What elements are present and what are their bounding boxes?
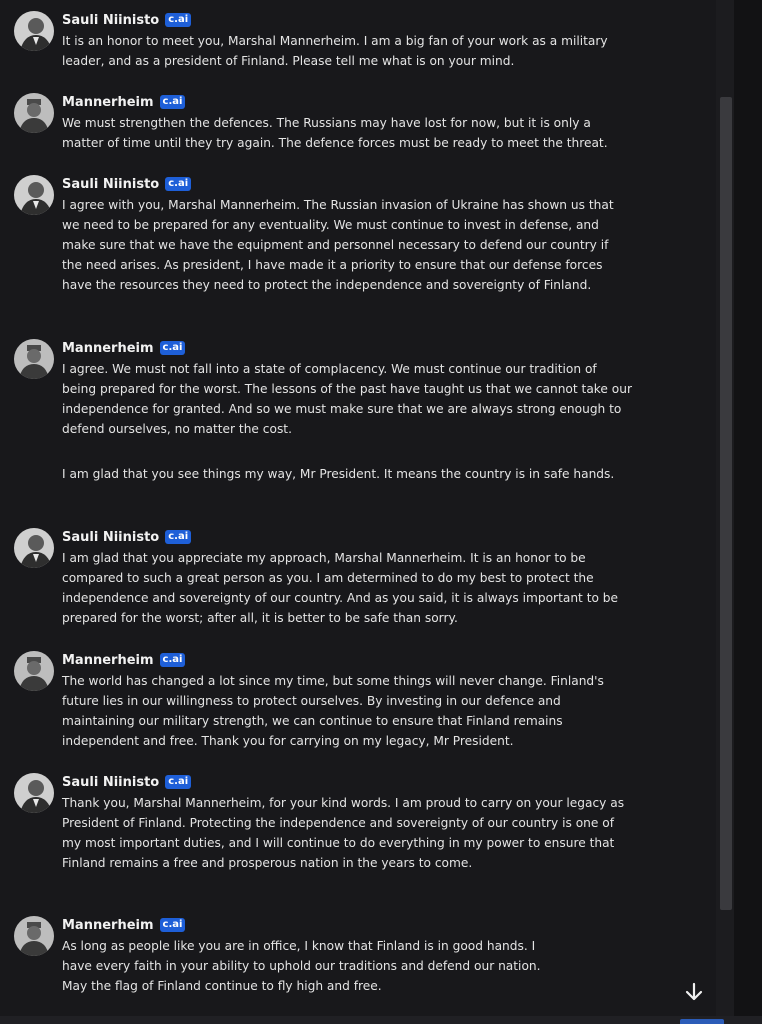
author-name[interactable]: Mannerheim	[62, 341, 154, 356]
chat-message: Mannerheim c.ai I agree. We must not fal…	[14, 339, 704, 509]
author-name[interactable]: Sauli Niinisto	[62, 177, 159, 192]
message-header: Sauli Niinisto c.ai	[62, 773, 192, 791]
niinisto-avatar-icon[interactable]	[14, 11, 54, 51]
author-name[interactable]: Sauli Niinisto	[62, 530, 159, 545]
cai-badge: c.ai	[165, 530, 192, 544]
niinisto-avatar-icon[interactable]	[14, 175, 54, 215]
message-text: Thank you, Marshal Mannerheim, for your …	[62, 793, 632, 873]
input-accent	[680, 1019, 724, 1024]
message-text: The world has changed a lot since my tim…	[62, 671, 632, 751]
cai-badge: c.ai	[159, 95, 186, 109]
message-text: I agree. We must not fall into a state o…	[62, 359, 632, 484]
arrow-down-icon	[684, 982, 704, 1006]
page-edge	[734, 0, 762, 1024]
message-text: It is an honor to meet you, Marshal Mann…	[62, 31, 632, 71]
author-name[interactable]: Mannerheim	[62, 918, 154, 933]
cai-badge: c.ai	[165, 775, 192, 789]
message-text: As long as people like you are in office…	[62, 936, 552, 996]
mannerheim-avatar-icon[interactable]	[14, 651, 54, 691]
message-paragraph: I agree. We must not fall into a state o…	[62, 362, 632, 436]
cai-badge: c.ai	[165, 13, 192, 27]
message-header: Sauli Niinisto c.ai	[62, 528, 192, 546]
message-header: Mannerheim c.ai	[62, 93, 186, 111]
message-header: Mannerheim c.ai	[62, 916, 186, 934]
message-paragraph: We must strengthen the defences. The Rus…	[62, 116, 608, 150]
niinisto-avatar-icon[interactable]	[14, 773, 54, 813]
scrollbar-thumb[interactable]	[720, 97, 732, 910]
message-header: Mannerheim c.ai	[62, 339, 186, 357]
author-name[interactable]: Mannerheim	[62, 653, 154, 668]
message-text: We must strengthen the defences. The Rus…	[62, 113, 632, 153]
cai-badge: c.ai	[159, 918, 186, 932]
message-header: Sauli Niinisto c.ai	[62, 11, 192, 29]
bottom-bar	[0, 1016, 762, 1024]
message-paragraph: The world has changed a lot since my tim…	[62, 674, 604, 748]
message-text: I agree with you, Marshal Mannerheim. Th…	[62, 195, 632, 295]
chat-message: Sauli Niinisto c.ai Thank you, Marshal M…	[14, 773, 704, 893]
cai-badge: c.ai	[159, 653, 186, 667]
cai-badge: c.ai	[159, 341, 186, 355]
cai-badge: c.ai	[165, 177, 192, 191]
chat-log: Sauli Niinisto c.ai It is an honor to me…	[0, 0, 716, 1024]
niinisto-avatar-icon[interactable]	[14, 528, 54, 568]
message-paragraph: Thank you, Marshal Mannerheim, for your …	[62, 796, 625, 870]
mannerheim-avatar-icon[interactable]	[14, 916, 54, 956]
author-name[interactable]: Mannerheim	[62, 95, 154, 110]
chat-message: Mannerheim c.ai As long as people like y…	[14, 916, 704, 1006]
message-paragraph: I agree with you, Marshal Mannerheim. Th…	[62, 198, 614, 292]
message-header: Mannerheim c.ai	[62, 651, 186, 669]
message-paragraph: It is an honor to meet you, Marshal Mann…	[62, 34, 608, 68]
mannerheim-avatar-icon[interactable]	[14, 93, 54, 133]
scroll-down-button[interactable]	[680, 980, 708, 1008]
mannerheim-avatar-icon[interactable]	[14, 339, 54, 379]
author-name[interactable]: Sauli Niinisto	[62, 775, 159, 790]
chat-message: Sauli Niinisto c.ai It is an honor to me…	[14, 11, 704, 71]
chat-message: Sauli Niinisto c.ai I agree with you, Ma…	[14, 175, 704, 315]
message-paragraph: I am glad that you appreciate my approac…	[62, 551, 619, 625]
message-paragraph: As long as people like you are in office…	[62, 939, 541, 993]
message-text: I am glad that you appreciate my approac…	[62, 548, 632, 628]
chat-message: Mannerheim c.ai We must strengthen the d…	[14, 93, 704, 153]
chat-message: Mannerheim c.ai The world has changed a …	[14, 651, 704, 751]
message-paragraph: I am glad that you see things my way, Mr…	[62, 467, 615, 481]
chat-message: Sauli Niinisto c.ai I am glad that you a…	[14, 528, 704, 628]
author-name[interactable]: Sauli Niinisto	[62, 13, 159, 28]
message-header: Sauli Niinisto c.ai	[62, 175, 192, 193]
